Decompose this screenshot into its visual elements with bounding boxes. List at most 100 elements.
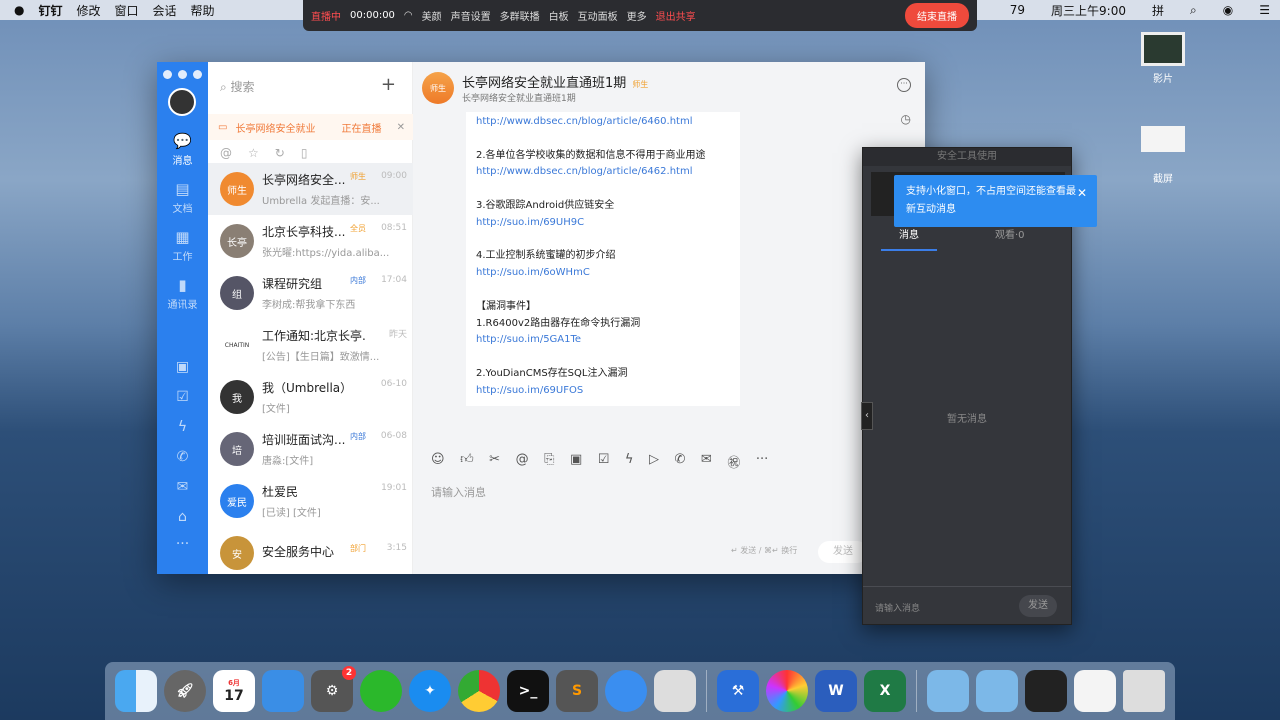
conversation-item[interactable]: 组 课程研究组 内部 17:04 李树成:帮我拿下东西 (208, 267, 413, 319)
minimize-button[interactable] (178, 70, 187, 79)
conversation-item[interactable]: 师生 长亭网络安全... 师生 09:00 Umbrella 发起直播：安... (208, 163, 413, 215)
mail-icon[interactable]: ✉ (157, 479, 208, 495)
panel-send-button[interactable]: 发送 (1019, 595, 1057, 617)
message-link[interactable]: http://www.dbsec.cn/blog/article/6462.ht… (476, 164, 730, 181)
close-icon[interactable]: ✕ (1077, 184, 1087, 202)
word-icon[interactable]: W (815, 670, 857, 712)
user-avatar[interactable] (168, 88, 196, 116)
system-preferences-icon[interactable]: ⚙ 2 (311, 666, 356, 712)
emoji-icon[interactable]: ☺ (431, 452, 445, 471)
red-packet-icon[interactable]: ㊗ (727, 452, 740, 471)
tab-viewers[interactable]: 观看·0 (995, 226, 1025, 251)
message-input[interactable]: 请输入消息 (431, 484, 486, 500)
chat-title[interactable]: 长亭网络安全就业直通班1期 师生 (462, 72, 648, 91)
message-link[interactable]: http://suo.im/5GA1Te (476, 332, 730, 349)
recent-filter-icon[interactable]: ↻ (275, 146, 285, 160)
menu-window[interactable]: 窗口 (115, 2, 139, 19)
excel-icon[interactable]: X (864, 670, 906, 712)
xcode-icon[interactable]: ⚒ (717, 670, 759, 712)
more-button[interactable]: 更多 (627, 8, 647, 23)
spotlight-icon[interactable]: ⌕ (1190, 3, 1197, 18)
keynote-icon[interactable] (262, 670, 304, 712)
todo-icon[interactable]: ☑ (157, 389, 208, 405)
more-options-icon[interactable]: ··· (897, 78, 911, 92)
battery-indicator[interactable]: 79 (1010, 3, 1025, 17)
finder-icon[interactable] (115, 670, 157, 712)
conversation-item[interactable]: CHAITIN 工作通知:北京长亭... 昨天 [公告]【生日篇】致激情... (208, 319, 413, 371)
nav-docs[interactable]: ▤ 文档 (157, 180, 208, 215)
live-icon[interactable]: ▷ (649, 452, 659, 471)
desktop-icon-screenshot[interactable]: 截屏 (1133, 126, 1193, 185)
menu-session[interactable]: 会话 (153, 2, 177, 19)
add-button[interactable]: + (381, 74, 396, 95)
close-button[interactable] (163, 70, 172, 79)
wechat-icon[interactable] (360, 670, 402, 712)
nav-work[interactable]: ▦ 工作 (157, 228, 208, 263)
call-icon[interactable]: ✆ (675, 452, 686, 471)
more-icon[interactable]: ··· (756, 452, 768, 471)
clock[interactable]: 周三上午9:00 (1051, 2, 1126, 19)
ding-icon[interactable]: ϟ (625, 452, 634, 471)
message-link[interactable]: http://suo.im/69UH9C (476, 215, 730, 232)
file-add-icon[interactable]: ⎘ (544, 452, 554, 471)
mail-icon[interactable]: ✉ (701, 452, 712, 471)
trash-icon[interactable] (1123, 670, 1165, 712)
panel-title[interactable]: 安全工具使用 (863, 148, 1071, 166)
siri-icon[interactable]: ◉ (1223, 3, 1233, 17)
menu-edit[interactable]: 修改 (77, 2, 101, 19)
whiteboard-button[interactable]: 白板 (549, 8, 569, 23)
doc-filter-icon[interactable]: ▯ (301, 146, 308, 160)
phone-icon[interactable]: ✆ (157, 449, 208, 465)
live-banner[interactable]: ▭ 长亭网络安全就业 正在直播 ✕ (208, 114, 413, 140)
nav-contacts[interactable]: ▮ 通讯录 (157, 276, 208, 311)
conversation-item[interactable]: 长亭 北京长亭科技... 全员 08:51 张光曜:https://yida.a… (208, 215, 413, 267)
calendar-icon[interactable]: ▣ (570, 452, 582, 471)
terminal-icon[interactable]: >_ (507, 670, 549, 712)
conversation-item[interactable]: 培 培训班面试沟... 内部 06-08 唐淼:[文件] (208, 423, 413, 475)
close-icon[interactable]: ✕ (397, 122, 405, 133)
interaction-panel-button[interactable]: 互动面板 (578, 8, 618, 23)
desktop-icon-movies[interactable]: 影片 (1133, 32, 1193, 85)
calendar-icon[interactable]: ▣ (157, 359, 208, 375)
conversation-item[interactable]: 爱民 杜爱民 19:01 [已读] [文件] (208, 475, 413, 527)
search-input[interactable]: ⌕ 搜索 (220, 78, 370, 98)
conversation-item[interactable]: 我 我（Umbrella） 06-10 [文件] (208, 371, 413, 423)
photos-icon[interactable] (766, 670, 808, 712)
group-avatar[interactable]: 师生 (422, 72, 454, 104)
menu-dingtalk[interactable]: 钉钉 (38, 2, 62, 19)
parallels-icon[interactable] (654, 670, 696, 712)
panel-message-input[interactable]: 请输入消息 (875, 601, 920, 614)
multi-group-button[interactable]: 多群联播 (500, 8, 540, 23)
document-stack-icon[interactable] (1074, 670, 1116, 712)
calendar-icon[interactable]: 6月 17 (213, 670, 255, 712)
input-method[interactable]: 拼 (1152, 2, 1164, 19)
launchpad-icon[interactable]: 🚀︎ (164, 670, 206, 712)
control-center-icon[interactable]: ☰ (1259, 3, 1270, 17)
chrome-icon[interactable] (458, 670, 500, 712)
nav-messages[interactable]: 💬 消息 (157, 132, 208, 167)
message-link[interactable]: http://suo.im/69UFOS (476, 383, 730, 400)
team-icon[interactable]: ⌂ (157, 509, 208, 525)
history-icon[interactable]: ◷ (901, 112, 911, 126)
like-icon[interactable]: 👍︎ (460, 452, 474, 471)
message-link[interactable]: http://www.dbsec.cn/blog/article/6460.ht… (476, 114, 730, 131)
tab-messages[interactable]: 消息 (881, 226, 937, 251)
downloads-folder-icon[interactable] (976, 670, 1018, 712)
send-button[interactable]: 发送 (818, 541, 868, 563)
zoom-button[interactable] (193, 70, 202, 79)
beauty-button[interactable]: 美颜 (422, 8, 442, 23)
apple-icon[interactable]: ● (14, 3, 24, 17)
scissors-icon[interactable]: ✂ (489, 452, 500, 471)
ding-icon[interactable]: ϟ (157, 419, 208, 435)
message-link[interactable]: http://suo.im/6oWHmC (476, 265, 730, 282)
end-live-button[interactable]: 结束直播 (905, 3, 969, 28)
task-icon[interactable]: ☑ (598, 452, 610, 471)
conversation-item[interactable]: 安 安全服务中心 部门 3:15 (208, 527, 413, 574)
recent-screenshot-icon[interactable] (1025, 670, 1067, 712)
exit-share-button[interactable]: 退出共享 (656, 8, 696, 23)
sublime-text-icon[interactable]: S (556, 670, 598, 712)
folder-icon[interactable] (927, 670, 969, 712)
dingtalk-icon[interactable] (605, 670, 647, 712)
mention-filter-icon[interactable]: @ (220, 146, 232, 160)
safari-icon[interactable]: ✦ (409, 670, 451, 712)
